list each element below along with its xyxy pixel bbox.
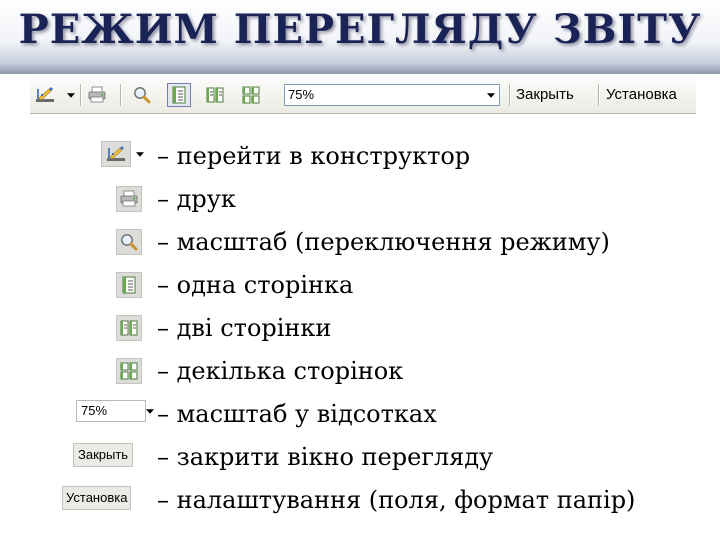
legend-text-zoom: – масштаб (переключення режиму): [157, 228, 610, 256]
one-page-button[interactable]: [167, 83, 191, 107]
setup-button-label: Установка: [606, 86, 677, 103]
zoom-icon: [116, 229, 142, 255]
multiple-pages-icon: [242, 86, 260, 104]
legend-text-zoom-percent: – масштаб у відсотках: [157, 400, 437, 428]
legend-row-zoom: – масштаб (переключення режиму): [0, 224, 720, 262]
legend-row-multiple-pages: – декілька сторінок: [0, 353, 720, 391]
zoom-percent-sample: 75%: [76, 400, 154, 422]
print-preview-toolbar: 75% Закрыть Установка: [30, 78, 696, 114]
zoom-percent-value: 75%: [288, 87, 315, 102]
design-view-button[interactable]: [34, 83, 56, 107]
zoom-icon: [133, 86, 151, 104]
two-pages-icon: [116, 315, 142, 341]
toolbar-separator: [598, 84, 600, 106]
print-icon: [88, 86, 106, 103]
zoom-percent-select[interactable]: 75%: [284, 84, 500, 106]
setup-button-sample: Установка: [62, 486, 132, 510]
design-view-icon: [101, 141, 131, 167]
legend-row-print: – друк: [0, 181, 720, 219]
legend-row-close: Закрыть – закрити вікно перегляду: [0, 439, 720, 477]
close-button-sample: Закрыть: [73, 443, 134, 467]
legend-row-zoom-percent: 75% – масштаб у відсотках: [0, 396, 720, 434]
chevron-down-icon: [487, 92, 495, 98]
toolbar-separator: [120, 84, 122, 106]
one-page-button-frame: [167, 83, 191, 107]
legend-row-one-page: – одна сторінка: [0, 267, 720, 305]
zoom-button[interactable]: [131, 83, 153, 107]
title-band: РЕЖИМ ПЕРЕГЛЯДУ ЗВІТУ: [0, 0, 720, 74]
multiple-pages-icon: [116, 358, 142, 384]
zoom-dropdown-arrow[interactable]: [483, 85, 499, 105]
legend-text-setup: – налаштування (поля, формат папір): [157, 486, 636, 514]
legend-row-setup: Установка – налаштування (поля, формат п…: [0, 482, 720, 520]
legend-row-two-pages: – дві сторінки: [0, 310, 720, 348]
design-view-dropdown[interactable]: [66, 83, 76, 107]
close-button-sample-label: Закрыть: [73, 443, 134, 467]
design-view-icon: [35, 86, 55, 103]
setup-button[interactable]: Установка: [606, 84, 677, 106]
page-title: РЕЖИМ ПЕРЕГЛЯДУ ЗВІТУ: [18, 6, 702, 53]
legend-text-two-pages: – дві сторінки: [157, 314, 332, 342]
print-icon: [116, 186, 142, 212]
one-page-icon: [116, 272, 142, 298]
legend-text-design: – перейти в конструктор: [157, 142, 471, 170]
legend-text-multiple-pages: – декілька сторінок: [157, 357, 404, 385]
close-button[interactable]: Закрыть: [516, 84, 574, 106]
toolbar-separator: [509, 84, 511, 106]
print-button[interactable]: [86, 83, 108, 107]
legend-design-icon-group: [101, 141, 144, 167]
one-page-icon: [172, 86, 186, 104]
legend-row-design: – перейти в конструктор: [0, 138, 720, 176]
toolbar-separator: [80, 84, 82, 106]
chevron-down-icon: [67, 92, 75, 98]
two-pages-icon: [206, 87, 224, 103]
setup-button-sample-label: Установка: [62, 486, 132, 510]
close-button-label: Закрыть: [516, 86, 574, 103]
two-pages-button[interactable]: [204, 83, 226, 107]
legend-text-print: – друк: [157, 185, 236, 213]
legend-text-close: – закрити вікно перегляду: [157, 443, 494, 471]
zoom-percent-field: 75%: [76, 400, 146, 422]
chevron-down-icon: [136, 151, 144, 157]
multiple-pages-button[interactable]: [240, 83, 262, 107]
chevron-down-icon: [146, 408, 154, 414]
legend-text-one-page: – одна сторінка: [157, 271, 354, 299]
